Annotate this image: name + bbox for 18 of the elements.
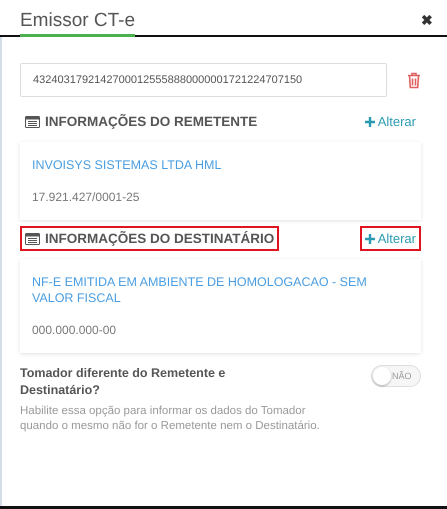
party-name: NF-E EMITIDA EM AMBIENTE DE HOMOLOGACAO - SEM VALOR FISCAL [32, 274, 368, 306]
section-heading: INFORMAÇÕES DO DESTINATÁRIO [45, 231, 274, 246]
party-document: 17.921.427/0001-25 [32, 190, 140, 204]
tomador-help: Habilite essa opção para informar os dados do Tomador quando o mesmo não for o Remetente nem o Destinatário. [20, 404, 320, 434]
toggle-switch[interactable]: NÃO [371, 365, 421, 387]
plus-icon [364, 234, 375, 244]
trash-icon[interactable] [407, 72, 421, 88]
party-document: 000.000.000-00 [32, 323, 118, 337]
change-link[interactable]: Alterar [360, 109, 421, 134]
plus-icon [364, 116, 375, 126]
section-heading: INFORMAÇÕES DO REMETENTE [45, 114, 258, 129]
list-card-icon [25, 116, 40, 128]
access-key-field[interactable]: 43240317921427000125558880000001721224707150 [20, 63, 387, 97]
change-link[interactable]: Alterar [360, 226, 421, 251]
tomador-label: Tomador diferente do Remetente e Destinatário? [20, 365, 226, 399]
list-card-icon [25, 232, 40, 244]
close-button[interactable]: ✖ [421, 4, 433, 28]
party-name: INVOISYS SISTEMAS LTDA HML [32, 157, 222, 173]
